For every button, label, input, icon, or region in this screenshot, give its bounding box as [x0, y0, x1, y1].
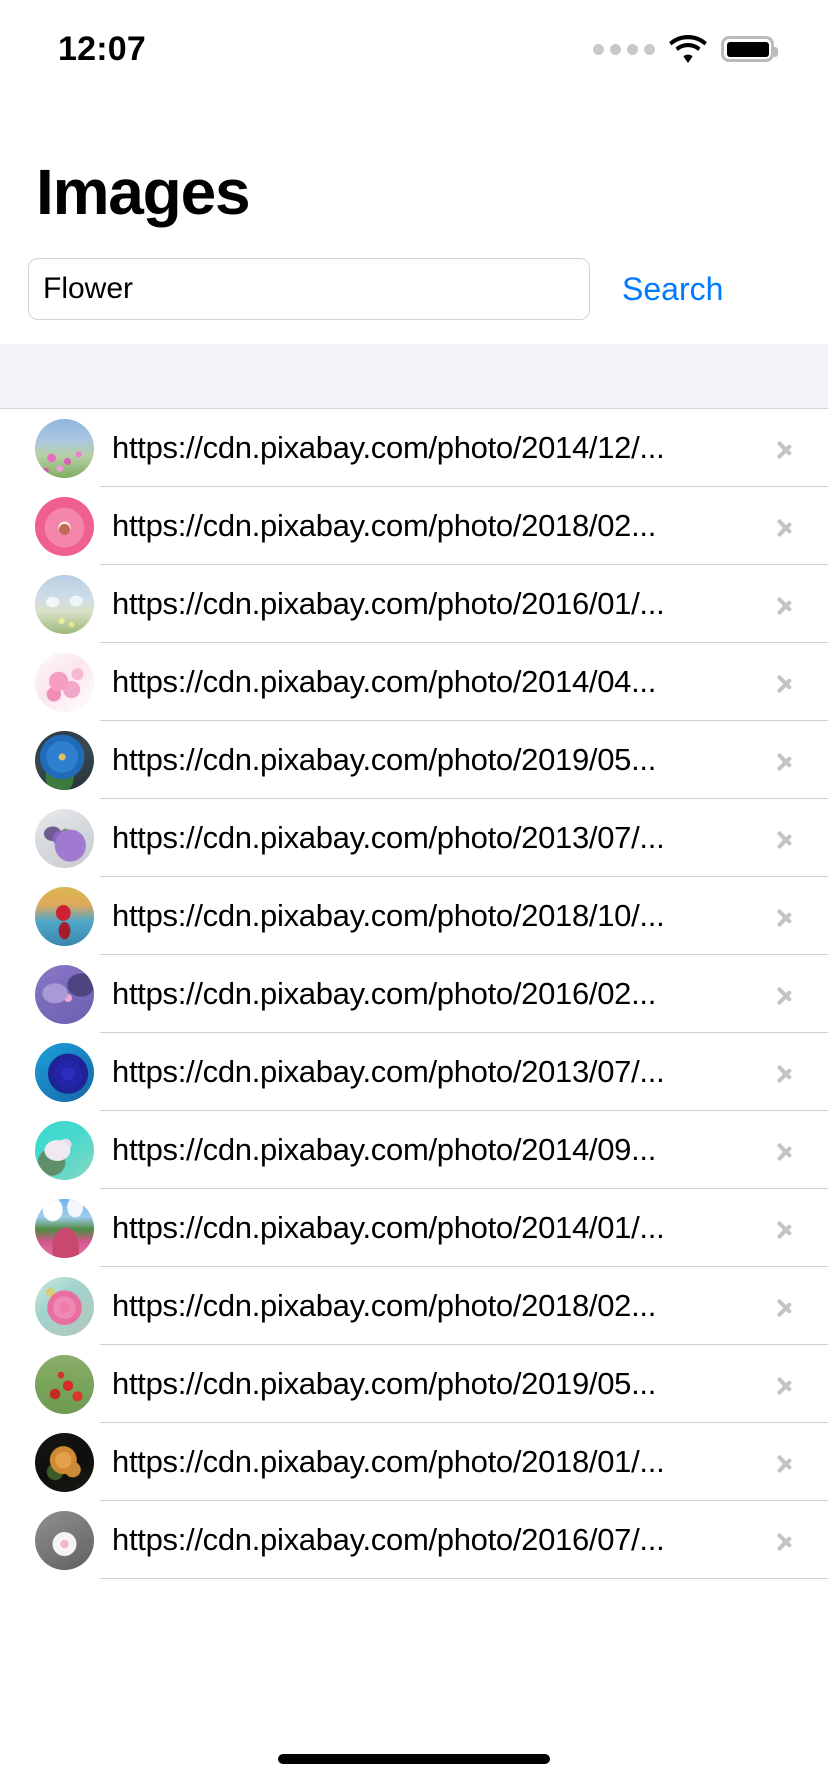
blue-rose-thumbnail — [35, 1042, 94, 1102]
chevron-right-icon — [776, 588, 794, 620]
chevron-right-icon — [776, 666, 794, 698]
list-item[interactable]: https://cdn.pixabay.com/photo/2014/04... — [0, 643, 828, 721]
chevron-right-icon — [776, 744, 794, 776]
white-lotus-on-stone-thumbnail — [35, 1510, 94, 1570]
search-input[interactable] — [28, 258, 590, 320]
list-item[interactable]: https://cdn.pixabay.com/photo/2014/01/..… — [0, 1189, 828, 1267]
orange-rose-dark-thumbnail — [35, 1432, 94, 1492]
list-item[interactable]: https://cdn.pixabay.com/photo/2016/07/..… — [0, 1501, 828, 1579]
search-button[interactable]: Search — [622, 273, 723, 305]
image-results-list[interactable]: https://cdn.pixabay.com/photo/2014/12/..… — [0, 409, 828, 1792]
flower-field-landscape-thumbnail — [35, 1198, 94, 1258]
chevron-right-icon — [776, 1524, 794, 1556]
list-item-url: https://cdn.pixabay.com/photo/2019/05... — [112, 742, 657, 777]
chevron-right-icon — [776, 1134, 794, 1166]
home-indicator[interactable] — [278, 1754, 550, 1764]
chevron-right-icon — [776, 1290, 794, 1322]
turquoise-blossom-branch-thumbnail — [35, 1120, 94, 1180]
chevron-right-icon — [776, 1446, 794, 1478]
chevron-right-icon — [776, 900, 794, 932]
list-item-url: https://cdn.pixabay.com/photo/2018/02... — [112, 1288, 657, 1323]
list-item[interactable]: https://cdn.pixabay.com/photo/2016/01/..… — [0, 565, 828, 643]
chevron-right-icon — [776, 432, 794, 464]
list-item[interactable]: https://cdn.pixabay.com/photo/2018/01/..… — [0, 1423, 828, 1501]
chevron-right-icon — [776, 978, 794, 1010]
list-item[interactable]: https://cdn.pixabay.com/photo/2018/02... — [0, 1267, 828, 1345]
list-item[interactable]: https://cdn.pixabay.com/photo/2018/02... — [0, 487, 828, 565]
list-item-url: https://cdn.pixabay.com/photo/2016/02... — [112, 976, 657, 1011]
list-item[interactable]: https://cdn.pixabay.com/photo/2014/12/..… — [0, 409, 828, 487]
lavender-wildflowers-blue-sky-thumbnail — [35, 418, 94, 478]
status-bar: 12:07 — [0, 0, 828, 92]
list-item-url: https://cdn.pixabay.com/photo/2016/07/..… — [112, 1522, 665, 1557]
list-item[interactable]: https://cdn.pixabay.com/photo/2014/09... — [0, 1111, 828, 1189]
blue-flower-dark-background-thumbnail — [35, 730, 94, 790]
cellular-dots-icon — [593, 43, 655, 55]
list-item-url: https://cdn.pixabay.com/photo/2018/02... — [112, 508, 657, 543]
list-item[interactable]: https://cdn.pixabay.com/photo/2013/07/..… — [0, 1033, 828, 1111]
purple-hyacinth-bouquet-thumbnail — [35, 808, 94, 868]
pink-cherry-blossoms-thumbnail — [35, 652, 94, 712]
list-item-url: https://cdn.pixabay.com/photo/2014/09... — [112, 1132, 657, 1167]
list-item-url: https://cdn.pixabay.com/photo/2013/07/..… — [112, 820, 665, 855]
purple-lotus-pond-thumbnail — [35, 964, 94, 1024]
red-poppies-field-thumbnail — [35, 1354, 94, 1414]
list-item-url: https://cdn.pixabay.com/photo/2018/10/..… — [112, 898, 665, 933]
status-bar-time: 12:07 — [58, 30, 146, 68]
list-item[interactable]: https://cdn.pixabay.com/photo/2013/07/..… — [0, 799, 828, 877]
list-item-url: https://cdn.pixabay.com/photo/2019/05... — [112, 1366, 657, 1401]
list-item[interactable]: https://cdn.pixabay.com/photo/2019/05... — [0, 1345, 828, 1423]
pink-white-daisy-closeup-thumbnail — [35, 496, 94, 556]
list-item-url: https://cdn.pixabay.com/photo/2013/07/..… — [112, 1054, 665, 1089]
list-item-url: https://cdn.pixabay.com/photo/2018/01/..… — [112, 1444, 665, 1479]
red-water-lily-sunset-thumbnail — [35, 886, 94, 946]
butterflies-on-white-flowers-thumbnail — [35, 574, 94, 634]
wifi-icon — [669, 35, 707, 63]
list-item-url: https://cdn.pixabay.com/photo/2014/12/..… — [112, 430, 665, 465]
list-item-url: https://cdn.pixabay.com/photo/2014/01/..… — [112, 1210, 665, 1245]
list-section-header — [0, 344, 828, 409]
list-item[interactable]: https://cdn.pixabay.com/photo/2018/10/..… — [0, 877, 828, 955]
chevron-right-icon — [776, 1212, 794, 1244]
app-screen: 12:07 Images Search https://cdn.pixabay.… — [0, 0, 828, 1792]
list-item[interactable]: https://cdn.pixabay.com/photo/2019/05... — [0, 721, 828, 799]
list-item-url: https://cdn.pixabay.com/photo/2016/01/..… — [112, 586, 665, 621]
pink-rose-thumbnail — [35, 1276, 94, 1336]
chevron-right-icon — [776, 1368, 794, 1400]
chevron-right-icon — [776, 822, 794, 854]
battery-full-icon — [721, 36, 778, 62]
list-item[interactable]: https://cdn.pixabay.com/photo/2016/02... — [0, 955, 828, 1033]
chevron-right-icon — [776, 510, 794, 542]
list-item-url: https://cdn.pixabay.com/photo/2014/04... — [112, 664, 657, 699]
status-bar-indicators — [593, 35, 778, 63]
page-title: Images — [36, 156, 251, 228]
search-bar: Search — [28, 258, 800, 320]
chevron-right-icon — [776, 1056, 794, 1088]
